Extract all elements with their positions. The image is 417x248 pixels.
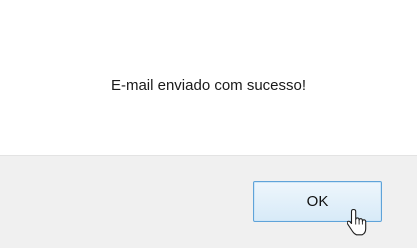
dialog-footer: OK [0,155,417,248]
dialog-message: E-mail enviado com sucesso! [110,77,307,94]
ok-button[interactable]: OK [253,181,382,222]
message-area: E-mail enviado com sucesso! [0,0,417,155]
message-dialog: E-mail enviado com sucesso! OK [0,0,417,248]
